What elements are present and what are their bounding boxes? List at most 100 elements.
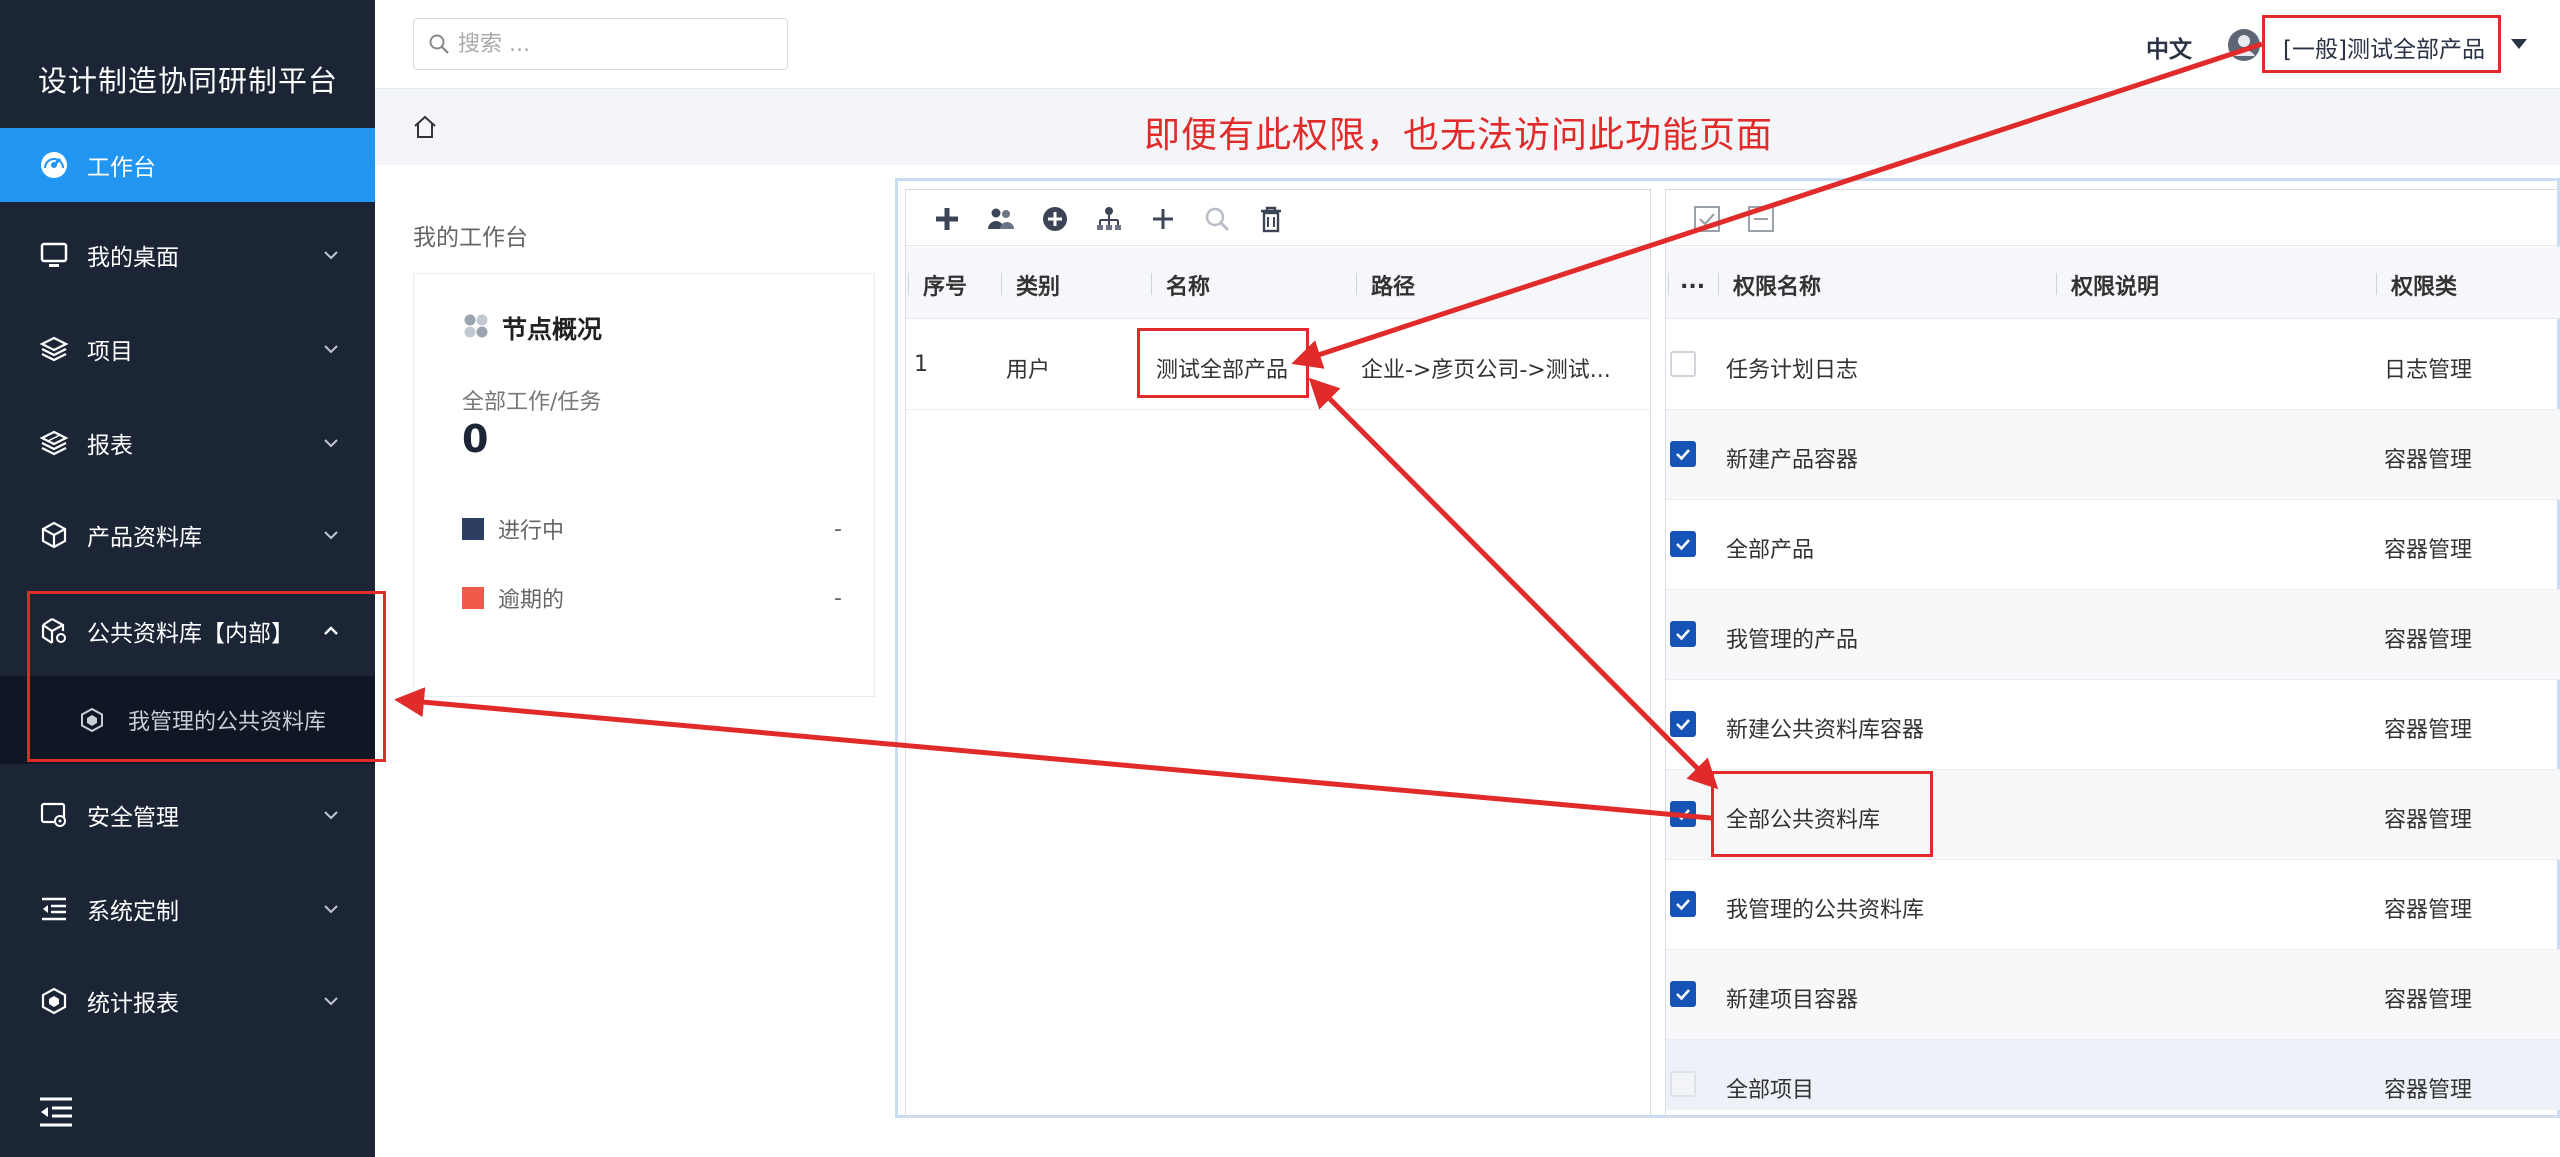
permission-checkbox[interactable] [1670,621,1696,647]
add-circle-icon[interactable] [1040,204,1070,234]
table-row[interactable]: 1 用户 测试全部产品 企业->彦页公司->测试... [906,320,1650,410]
task-count: 0 [462,417,489,461]
avatar[interactable] [2227,28,2261,62]
legend-label: 进行中 [498,519,565,544]
column-separator [1356,273,1357,295]
row-path: 企业->彦页公司->测试... [1361,358,1611,383]
caret-down-icon[interactable] [2509,36,2529,52]
permission-checkbox[interactable] [1670,711,1696,737]
sidebar-item-label: 项目 [87,339,133,365]
permission-type: 日志管理 [2384,358,2473,383]
legend-value: - [834,585,842,611]
user-name[interactable]: [一般]测试全部产品 [2283,30,2485,64]
permission-name: 新建公共资料库容器 [1726,718,1925,743]
sidebar-item-label: 安全管理 [87,805,179,831]
search-icon[interactable] [1202,204,1232,234]
permission-checkbox[interactable] [1670,981,1696,1007]
sidebar-item-system-custom[interactable]: 系统定制 [0,872,375,946]
row-name: 测试全部产品 [1156,358,1289,383]
table-row[interactable]: 我管理的公共资料库 容器管理 [1666,860,2560,950]
sidebar-item-public-library[interactable]: 公共资料库【内部】 [0,594,375,668]
chevron-down-icon [322,340,340,358]
permission-checkbox[interactable] [1670,351,1696,377]
language-switch[interactable]: 中文 [2146,30,2192,64]
search-input[interactable] [458,31,758,57]
permission-checkbox[interactable] [1670,1071,1696,1097]
legend-swatch [462,587,484,609]
permission-type: 容器管理 [2384,448,2473,473]
legend-label: 逾期的 [498,588,565,613]
column-header-name[interactable]: 名称 [1166,269,1210,301]
table-row[interactable]: 新建产品容器 容器管理 [1666,410,2560,500]
delete-icon[interactable] [1256,204,1286,234]
sidebar-item-label: 工作台 [87,155,156,181]
column-header-permission-name[interactable]: 权限名称 [1733,269,1821,301]
layers-icon [38,333,70,365]
sidebar-subitem-my-public-library[interactable]: 我管理的公共资料库 [0,676,375,764]
member-table-header: 序号 类别 名称 路径 [906,247,1650,319]
search-box[interactable] [413,18,788,70]
add-icon[interactable] [932,204,962,234]
column-separator [908,273,909,295]
table-row[interactable]: 全部产品 容器管理 [1666,500,2560,590]
sidebar-item-project[interactable]: 项目 [0,312,375,386]
column-header-permission-desc[interactable]: 权限说明 [2071,269,2159,301]
table-row[interactable]: 全部公共资料库 容器管理 [1666,770,2560,860]
permission-type: 容器管理 [2384,808,2473,833]
card-subtitle: 全部工作/任务 [462,390,602,415]
table-row[interactable]: 任务计划日志 日志管理 [1666,320,2560,410]
sidebar-item-stat-report[interactable]: 统计报表 [0,964,375,1038]
sidebar-item-workbench[interactable]: 工作台 [0,128,375,202]
column-header-path[interactable]: 路径 [1371,269,1415,301]
home-icon[interactable] [411,113,439,141]
org-tree-icon[interactable] [1094,204,1124,234]
permission-checkbox[interactable] [1670,891,1696,917]
deselect-all-icon[interactable] [1746,204,1776,234]
column-header-more[interactable]: ... [1680,269,1705,294]
permission-type: 容器管理 [2384,1078,2473,1103]
security-icon [38,799,70,831]
permission-checkbox[interactable] [1670,441,1696,467]
sidebar-item-label: 报表 [87,433,133,459]
member-panel: 序号 类别 名称 路径 1 用户 测试全部产品 企业->彦页公司->测试... [905,189,1651,1117]
permission-checkbox[interactable] [1670,531,1696,557]
column-header-category[interactable]: 类别 [1016,269,1060,301]
sidebar-item-product-library[interactable]: 产品资料库 [0,498,375,572]
permission-toolbar [1666,190,2560,246]
sidebar-item-label: 系统定制 [87,899,179,925]
permission-name: 任务计划日志 [1726,358,1859,383]
table-row[interactable]: 新建公共资料库容器 容器管理 [1666,680,2560,770]
node-overview-card: 节点概况 全部工作/任务 0 进行中 - 逾期的 - [413,273,875,697]
collapse-sidebar-icon[interactable] [38,1096,74,1128]
top-header: 中文 [一般]测试全部产品 [375,0,2560,89]
chevron-down-icon [322,246,340,264]
indent-icon [38,893,70,925]
chevron-down-icon [322,900,340,918]
add-users-icon[interactable] [986,204,1016,234]
table-row[interactable]: 新建项目容器 容器管理 [1666,950,2560,1040]
column-separator [1718,273,1719,295]
sidebar-item-security[interactable]: 安全管理 [0,778,375,852]
row-category: 用户 [1006,358,1051,383]
select-all-icon[interactable] [1692,204,1722,234]
chevron-down-icon [322,434,340,452]
permission-type: 容器管理 [2384,718,2473,743]
plus-icon[interactable] [1148,204,1178,234]
column-separator [1668,273,1669,295]
permission-type: 容器管理 [2384,628,2473,653]
table-row[interactable]: 我管理的产品 容器管理 [1666,590,2560,680]
chevron-down-icon [322,992,340,1010]
permission-name: 新建产品容器 [1726,448,1859,473]
sidebar-item-label: 我的桌面 [87,245,179,271]
permission-checkbox[interactable] [1670,801,1696,827]
chevron-down-icon [322,526,340,544]
sidebar-item-label: 产品资料库 [87,525,202,551]
column-header-index[interactable]: 序号 [923,269,967,301]
column-separator [1151,273,1152,295]
sidebar: 设计制造协同研制平台 工作台 我的桌面 项目 报表 产品资料库 公共资料库【内部… [0,0,375,1157]
sidebar-item-my-desktop[interactable]: 我的桌面 [0,218,375,292]
permission-name: 我管理的公共资料库 [1726,898,1925,923]
column-header-permission-type[interactable]: 权限类 [2391,269,2457,301]
table-row[interactable]: 全部项目 容器管理 [1666,1040,2560,1110]
sidebar-item-report[interactable]: 报表 [0,406,375,480]
